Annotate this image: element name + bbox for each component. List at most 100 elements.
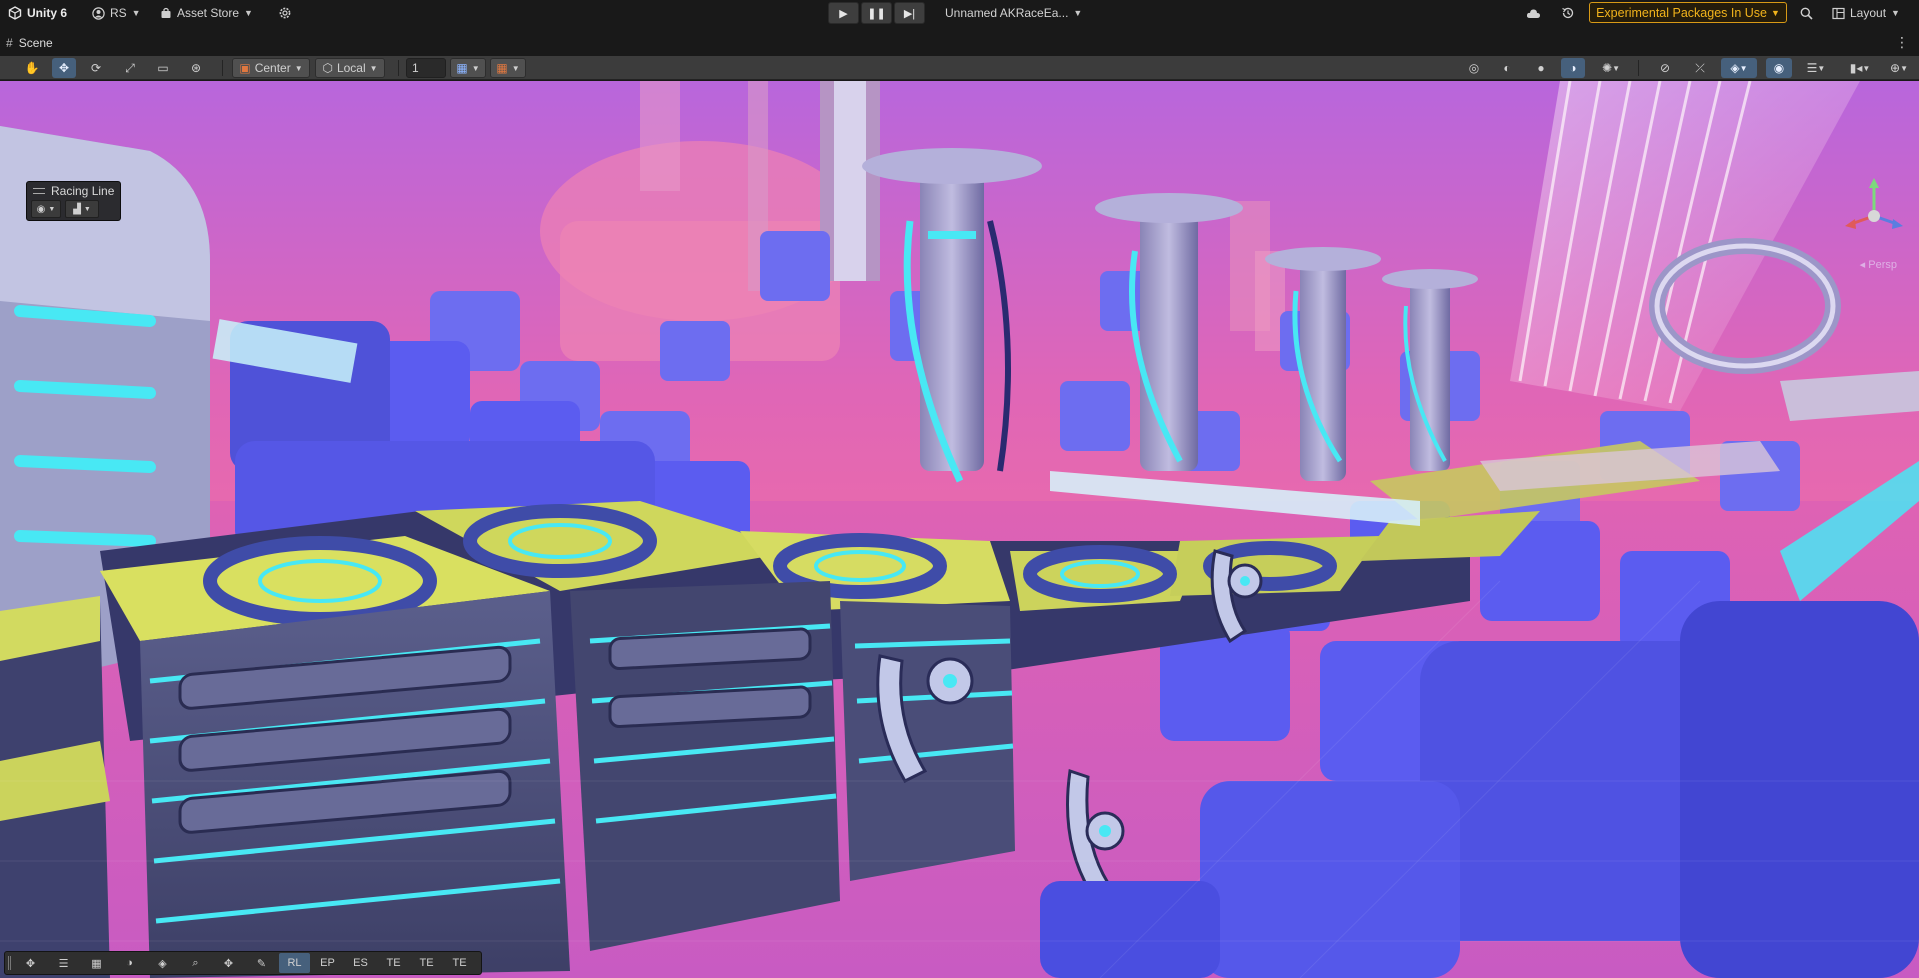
material-tool-button[interactable]: ◑ — [114, 953, 145, 973]
eye-icon: ◉ — [1773, 61, 1785, 75]
transform-icon: ⊛ — [190, 61, 202, 75]
pause-icon: ❚❚ — [867, 7, 886, 20]
camera-settings-dropdown[interactable]: ▮◂ ▼ — [1842, 58, 1878, 78]
gizmos-layers-dropdown[interactable]: ☰ ▼ — [1798, 58, 1834, 78]
hand-tool-button[interactable]: ✋ — [20, 58, 44, 78]
paint-tool-button[interactable]: ✎ — [246, 953, 277, 973]
scene-visibility-button[interactable]: ◉ — [1766, 58, 1792, 78]
racing-line-overlay[interactable]: Racing Line ◉ ▼ ▟ ▼ — [26, 181, 121, 221]
align-tool-button[interactable]: ☰ — [48, 953, 79, 973]
persp-label[interactable]: ◂ Persp — [1860, 258, 1897, 271]
step-button[interactable]: ▶| — [894, 2, 925, 24]
chevron-down-icon: ▼ — [369, 63, 378, 73]
scene-tab-label: Scene — [18, 36, 53, 50]
shading-mode-wire-button[interactable]: ◐ — [1495, 58, 1519, 78]
project-dropdown[interactable]: Unnamed AKRaceEa... ▼ — [945, 0, 1082, 26]
bottom-tool-rl[interactable]: RL — [279, 953, 310, 973]
effects-dropdown[interactable]: ◈ ▼ — [1721, 58, 1757, 78]
unity-logo-icon — [8, 6, 22, 20]
pause-button[interactable]: ❚❚ — [861, 2, 892, 24]
pivot-label: Center — [254, 61, 291, 75]
chevron-down-icon: ▼ — [131, 8, 141, 18]
bottom-tool-te-3[interactable]: TE — [444, 953, 475, 973]
rotate-icon: ⟳ — [90, 61, 102, 75]
mute-2d-icon: ⊘ — [1659, 61, 1671, 75]
move-icon: ✥ — [58, 61, 70, 75]
shading-mode-shaded-button[interactable]: ● — [1529, 58, 1553, 78]
snap-settings-dropdown[interactable]: ▦ ▼ — [490, 58, 526, 78]
gear-icon — [279, 7, 291, 19]
experimental-label: Experimental Packages In Use — [1596, 5, 1767, 20]
camera-icon: ▮◂ — [1849, 61, 1863, 75]
experimental-packages-dropdown[interactable]: Experimental Packages In Use ▼ — [1589, 2, 1787, 23]
settings-button[interactable] — [278, 0, 292, 26]
pivot-tool-button[interactable]: ✥ — [213, 953, 244, 973]
unity-menu[interactable]: Unity 6 — [8, 0, 67, 26]
grid-size-value: 1 — [412, 61, 419, 75]
bottom-tool-te-1[interactable]: TE — [378, 953, 409, 973]
search-icon: ⌕ — [192, 956, 199, 969]
scene-render — [0, 81, 1919, 978]
rotate-tool-button[interactable]: ⟳ — [84, 58, 108, 78]
rect-tool-button[interactable]: ▭ — [151, 58, 175, 78]
globe-icon: ◎ — [1468, 61, 1480, 75]
scale-tool-button[interactable]: ⤢ — [118, 58, 142, 78]
gizmos-dropdown[interactable]: ⊕ ▼ — [1882, 58, 1916, 78]
history-button[interactable] — [1561, 0, 1575, 26]
rect-icon: ▭ — [157, 61, 169, 75]
asset-store-dropdown[interactable]: Asset Store ▼ — [160, 0, 253, 26]
sphere-icon: ◑ — [126, 957, 133, 969]
chevron-down-icon: ▼ — [1073, 8, 1083, 18]
move-tool-button[interactable]: ✥ — [15, 953, 46, 973]
toolbar-divider — [1638, 60, 1639, 76]
drag-handle-icon[interactable] — [8, 956, 11, 970]
move-tool-button[interactable]: ✥ — [52, 58, 76, 78]
scene-viewport[interactable]: ◂ Persp Racing Line ◉ ▼ ▟ ▼ ✥ ☰ ▦ ◑ ◈ ⌕ ✥ … — [0, 81, 1919, 978]
pivot-dropdown[interactable]: ▣ Center ▼ — [232, 58, 310, 78]
align-icon: ☰ — [58, 957, 69, 970]
visibility-dropdown[interactable]: ◉ ▼ — [31, 200, 61, 218]
cube-icon: ⬡ — [322, 61, 333, 75]
overlay-tools-dropdown[interactable]: ▟ ▼ — [65, 200, 99, 218]
grid-size-field[interactable]: 1 — [406, 58, 446, 78]
layout-dropdown[interactable]: Layout ▼ — [1832, 0, 1900, 26]
bottom-tool-ep[interactable]: EP — [312, 953, 343, 973]
bottom-tool-es[interactable]: ES — [345, 953, 376, 973]
play-button[interactable]: ▶ — [828, 2, 859, 24]
toolbar-divider — [398, 60, 399, 76]
scene-toolbar: ✋ ✥ ⟳ ⤢ ▭ ⊛ ▣ Center ▼ ⬡ Local ▼ 1 ▦ ▼ ▦… — [0, 56, 1919, 80]
tab-scene[interactable]: # Scene — [6, 32, 53, 54]
overlay-title: Racing Line — [51, 184, 115, 198]
toggle-lighting-button[interactable]: ⤫ — [1687, 58, 1713, 78]
layout-icon — [1832, 7, 1845, 19]
account-dropdown[interactable]: RS ▼ — [92, 0, 141, 26]
gizmo-globe-icon: ⊕ — [1890, 61, 1901, 75]
scale-icon: ⤢ — [125, 60, 135, 75]
cloud-button[interactable] — [1526, 0, 1541, 26]
grid-snap-dropdown[interactable]: ▦ ▼ — [450, 58, 486, 78]
orientation-toggle[interactable]: ◎ — [1462, 58, 1486, 78]
chevron-down-icon: ▼ — [1900, 63, 1908, 73]
drag-handle-icon[interactable] — [33, 188, 45, 194]
orientation-gizmo-icon[interactable] — [1841, 176, 1907, 268]
play-icon: ▶ — [839, 7, 848, 20]
shading-mode-lit-button[interactable]: ◑ — [1561, 58, 1585, 78]
bottom-tool-te-2[interactable]: TE — [411, 953, 442, 973]
transform-tool-button[interactable]: ⊛ — [184, 58, 208, 78]
project-label: Unnamed AKRaceEa... — [945, 6, 1069, 20]
toggle-2d-button[interactable]: ⊘ — [1652, 58, 1678, 78]
space-dropdown[interactable]: ⬡ Local ▼ — [315, 58, 385, 78]
lit-sphere-icon: ◑ — [1569, 61, 1577, 75]
layers-icon: ◈ — [158, 957, 167, 970]
grid-tool-button[interactable]: ▦ — [81, 953, 112, 973]
debug-draw-dropdown[interactable]: ✺ ▼ — [1593, 58, 1629, 78]
more-options-icon[interactable]: ⋮ — [1895, 34, 1909, 51]
history-icon — [1562, 7, 1574, 19]
shaded-sphere-icon: ● — [1537, 61, 1545, 75]
chevron-down-icon: ▼ — [1862, 63, 1871, 73]
hash-icon: # — [6, 36, 13, 50]
layers-tool-button[interactable]: ◈ — [147, 953, 178, 973]
search-tool-button[interactable]: ⌕ — [180, 953, 211, 973]
wireframe-sphere-icon: ◐ — [1503, 61, 1511, 75]
search-button[interactable] — [1800, 0, 1813, 26]
